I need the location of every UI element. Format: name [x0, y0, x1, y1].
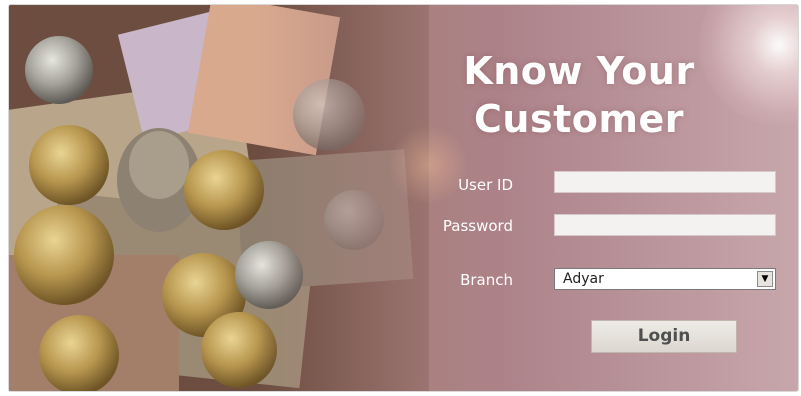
branch-label: Branch	[460, 271, 513, 289]
password-label: Password	[442, 217, 513, 235]
title-line-2: Customer	[474, 97, 684, 141]
title-line-1: Know Your	[463, 49, 695, 93]
login-panel: Know Your Customer User ID Password Bran…	[8, 4, 799, 392]
password-field[interactable]	[554, 214, 776, 236]
branch-select[interactable]: Adyar ▼	[554, 268, 776, 290]
login-button[interactable]: Login	[591, 320, 737, 353]
user-id-field[interactable]	[554, 171, 776, 193]
chevron-down-icon[interactable]: ▼	[757, 271, 773, 287]
page-title: Know Your Customer	[429, 47, 729, 143]
user-id-label: User ID	[458, 176, 513, 194]
branch-selected-value: Adyar	[563, 271, 604, 287]
